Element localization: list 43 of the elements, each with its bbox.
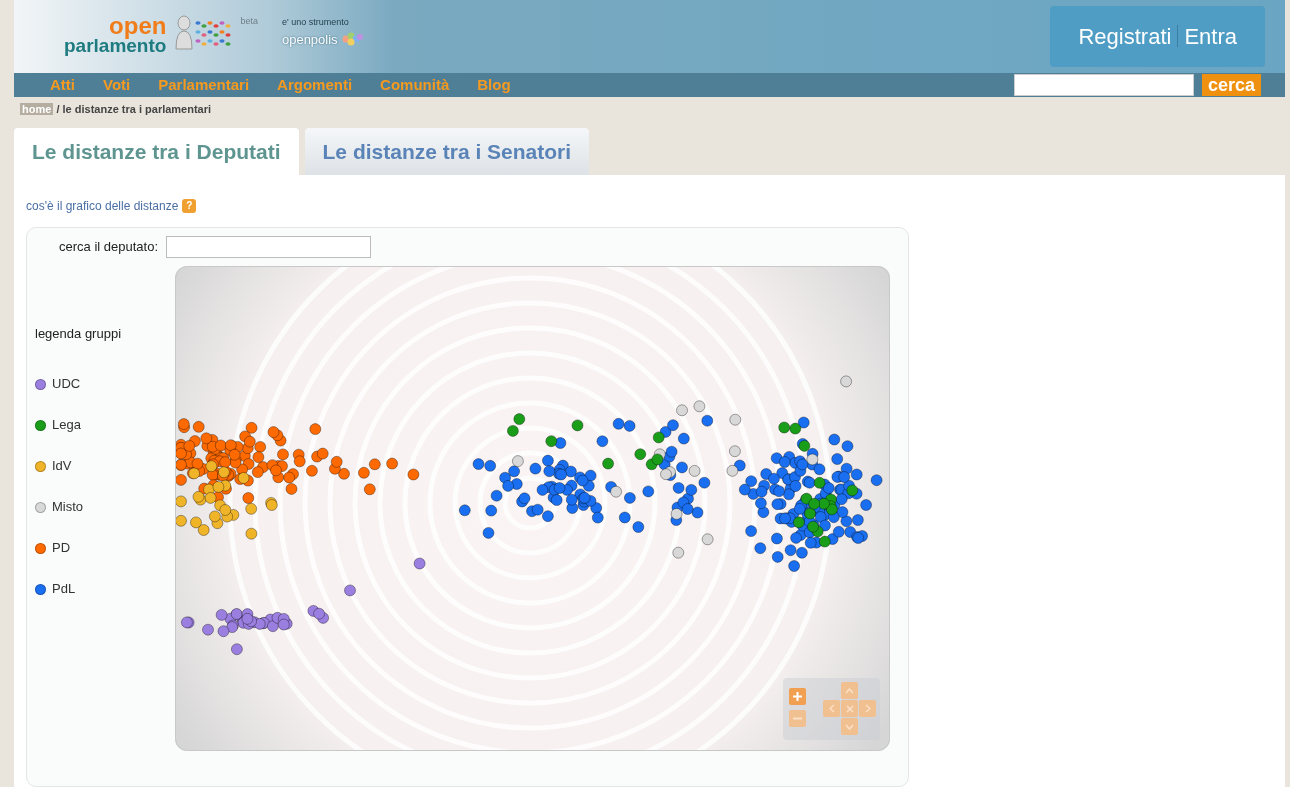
legend-label: Lega — [52, 416, 81, 435]
help-link[interactable]: cos'è il grafico delle distanze — [26, 197, 179, 215]
chevron-up-icon — [845, 687, 854, 694]
chevron-right-icon — [864, 704, 871, 713]
chevron-left-icon — [828, 704, 835, 713]
pan-up-button[interactable] — [841, 682, 858, 699]
search-label: cerca il deputato: — [59, 238, 158, 257]
zoom-in-button[interactable] — [789, 688, 806, 705]
close-icon — [845, 704, 854, 713]
tagline: e' uno strumento — [281, 16, 350, 29]
pan-down-button[interactable] — [841, 718, 858, 735]
legend-title: legenda gruppi — [35, 325, 123, 343]
zoom-out-button[interactable] — [789, 710, 806, 727]
logo-text: open — [109, 16, 167, 37]
chevron-down-icon — [845, 723, 854, 730]
nav-link[interactable]: Comunità — [380, 73, 450, 97]
legend-label: IdV — [52, 457, 72, 476]
beta-label: beta — [240, 15, 258, 29]
nav-link[interactable]: Voti — [103, 73, 131, 97]
nav-link[interactable]: Atti — [50, 73, 75, 97]
logo-icon — [341, 32, 364, 47]
legend-label: PdL — [52, 580, 76, 599]
breadcrumb-link[interactable]: home — [20, 103, 54, 115]
reset-button[interactable] — [841, 700, 858, 717]
nav-link[interactable]: Argomenti — [277, 73, 353, 97]
legend-label: UDC — [52, 375, 81, 394]
legend-label: PD — [52, 539, 71, 558]
openpolis-logo-text: openpolis — [281, 30, 338, 49]
tab[interactable]: Le distanze tra i Deputati — [14, 127, 299, 175]
pan-right-button[interactable] — [859, 700, 876, 717]
search-field[interactable] — [1013, 73, 1194, 96]
auth-link[interactable]: Registrati — [1078, 19, 1172, 53]
tab[interactable]: Le distanze tra i Senatori — [304, 127, 590, 175]
search-button[interactable]: cerca — [1201, 73, 1261, 96]
search-field[interactable] — [166, 236, 371, 258]
help-icon[interactable]: ? — [182, 199, 197, 213]
nav-link[interactable]: Blog — [477, 73, 511, 97]
breadcrumb-text: / le distanze tra i parlamentari — [56, 103, 212, 115]
plus-icon — [793, 692, 802, 701]
pan-left-button[interactable] — [823, 700, 840, 717]
auth-link[interactable]: Entra — [1184, 19, 1237, 53]
nav-link[interactable]: Parlamentari — [158, 73, 250, 97]
legend-label: Misto — [52, 498, 84, 517]
